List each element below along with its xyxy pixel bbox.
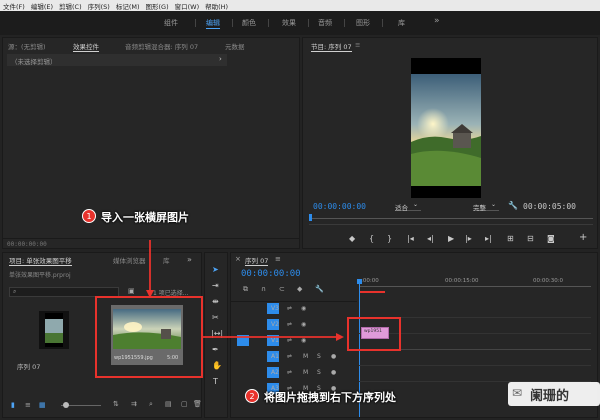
watermark: ✉ 阑珊的 — [508, 382, 600, 406]
step2-annotation-text: 将图片拖拽到右下方序列处 — [264, 391, 396, 404]
wechat-icon: ✉ — [512, 386, 523, 400]
premiere-window: 文件(F) 编辑(E) 剪辑(C) 序列(S) 标记(M) 图形(G) 窗口(W… — [0, 0, 600, 420]
step1-number-badge: 1 — [82, 209, 96, 223]
step1-annotation-text: 导入一张横屏图片 — [101, 211, 189, 224]
step2-number-badge: 2 — [245, 389, 259, 403]
watermark-text: 阑珊的 — [530, 389, 570, 404]
